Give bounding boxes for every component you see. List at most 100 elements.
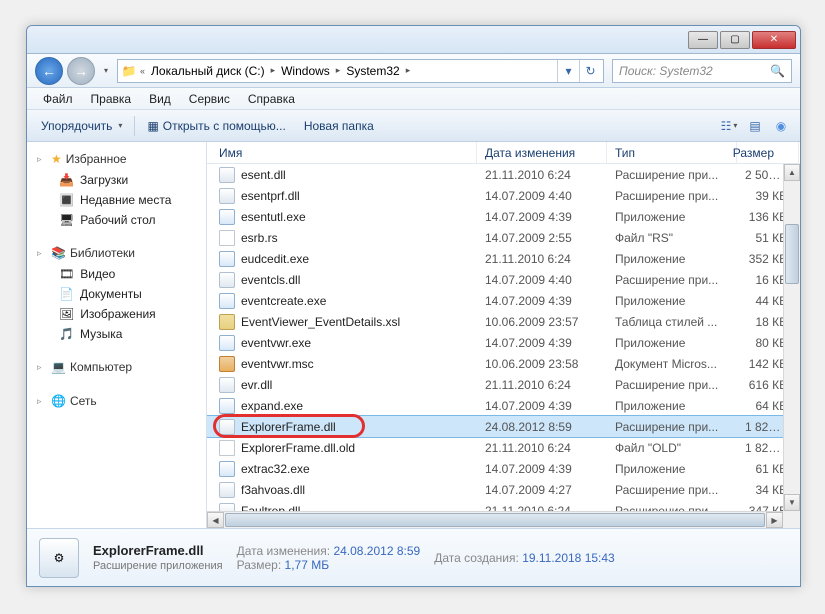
address-bar[interactable]: 📁 « Локальный диск (C:) ▸ Windows ▸ Syst… — [117, 59, 604, 83]
nav-pictures[interactable]: 🖼Изображения — [31, 304, 202, 324]
nav-music[interactable]: 🎵Музыка — [31, 324, 202, 344]
file-row[interactable]: eventcls.dll 14.07.2009 4:40Расширение пр… — [207, 269, 800, 290]
refresh-icon[interactable]: ↻ — [579, 60, 601, 82]
nav-documents[interactable]: 📄Документы — [31, 284, 202, 304]
breadcrumb-root-sep[interactable]: « — [138, 66, 147, 76]
file-type: Расширение при... — [607, 168, 737, 182]
file-name: evr.dll — [241, 378, 272, 392]
column-headers: Имя Дата изменения Тип Размер — [207, 142, 800, 164]
file-date: 14.07.2009 4:40 — [477, 273, 607, 287]
nav-video[interactable]: 🎞Видео — [31, 264, 202, 284]
file-date: 14.07.2009 4:40 — [477, 189, 607, 203]
view-options-button[interactable]: ☷▾ — [718, 115, 740, 137]
menu-view[interactable]: Вид — [141, 90, 179, 108]
scroll-thumb-v[interactable] — [785, 224, 799, 284]
file-list[interactable]: esent.dll21.11.2010 6:24Расширение при..… — [207, 164, 800, 528]
file-row[interactable]: esrb.rs14.07.2009 2:55Файл "RS"51 КБ — [207, 227, 800, 248]
nav-downloads[interactable]: 📥Загрузки — [31, 170, 202, 190]
file-icon — [219, 230, 235, 246]
close-button[interactable]: ✕ — [752, 31, 796, 49]
breadcrumb-2[interactable]: System32 — [342, 60, 403, 82]
minimize-button[interactable]: — — [688, 31, 718, 49]
scroll-left-button[interactable]: ◀ — [207, 512, 224, 528]
file-date: 10.06.2009 23:58 — [477, 357, 607, 371]
organize-button[interactable]: Упорядочить▾ — [35, 116, 128, 136]
addr-dropdown-icon[interactable]: ▾ — [557, 60, 579, 82]
file-row[interactable]: esentutl.exe14.07.2009 4:39Приложение136… — [207, 206, 800, 227]
scrollbar-horizontal[interactable]: ◀ ▶ — [207, 511, 783, 528]
file-row[interactable]: expand.exe14.07.2009 4:39Приложение64 КБ — [207, 395, 800, 416]
forward-button[interactable]: → — [67, 57, 95, 85]
preview-pane-button[interactable]: ▤ — [744, 115, 766, 137]
back-button[interactable]: ← — [35, 57, 63, 85]
file-icon — [219, 377, 235, 393]
file-row[interactable]: esent.dll21.11.2010 6:24Расширение при..… — [207, 164, 800, 185]
file-row[interactable]: ExplorerFrame.dll.old21.11.2010 6:24Файл… — [207, 437, 800, 458]
col-name[interactable]: Имя — [207, 142, 477, 163]
search-placeholder: Поиск: System32 — [619, 64, 713, 78]
scroll-thumb-h[interactable] — [225, 513, 765, 527]
file-row[interactable]: extrac32.exe14.07.2009 4:39Приложение61 … — [207, 458, 800, 479]
nav-desktop[interactable]: 🖥Рабочий стол — [31, 210, 202, 230]
file-type: Приложение — [607, 399, 737, 413]
search-icon[interactable]: 🔍 — [770, 64, 785, 78]
scroll-down-button[interactable]: ▼ — [784, 494, 800, 511]
file-date: 14.07.2009 4:39 — [477, 399, 607, 413]
titlebar: — ▢ ✕ — [27, 26, 800, 54]
maximize-button[interactable]: ▢ — [720, 31, 750, 49]
menu-help[interactable]: Справка — [240, 90, 303, 108]
open-icon: ▦ — [147, 119, 158, 133]
breadcrumb-1[interactable]: Windows — [277, 60, 334, 82]
file-date: 14.07.2009 4:39 — [477, 210, 607, 224]
file-name: esrb.rs — [241, 231, 278, 245]
file-row[interactable]: esentprf.dll14.07.2009 4:40Расширение пр… — [207, 185, 800, 206]
main-area: ▹★Избранное 📥Загрузки 🔳Недавние места 🖥Р… — [27, 142, 800, 528]
open-with-button[interactable]: ▦Открыть с помощью... — [141, 116, 291, 136]
file-icon — [219, 272, 235, 288]
scroll-up-button[interactable]: ▲ — [784, 164, 800, 181]
scrollbar-vertical[interactable]: ▲ ▼ — [783, 164, 800, 511]
col-size[interactable]: Размер — [737, 142, 799, 163]
file-type: Расширение при... — [607, 378, 737, 392]
nav-bar: ← → ▾ 📁 « Локальный диск (C:) ▸ Windows … — [27, 54, 800, 88]
music-icon: 🎵 — [59, 327, 74, 341]
file-row[interactable]: eventcreate.exe14.07.2009 4:39Приложение… — [207, 290, 800, 311]
nav-libraries[interactable]: ▹📚Библиотеки — [31, 242, 202, 264]
help-button[interactable]: ◉ — [770, 115, 792, 137]
nav-computer[interactable]: ▹💻Компьютер — [31, 356, 202, 378]
nav-recent[interactable]: 🔳Недавние места — [31, 190, 202, 210]
file-row[interactable]: evr.dll21.11.2010 6:24Расширение при...6… — [207, 374, 800, 395]
file-name: esentutl.exe — [241, 210, 306, 224]
file-row[interactable]: eventvwr.msc10.06.2009 23:58Документ Mic… — [207, 353, 800, 374]
file-row[interactable]: eudcedit.exe21.11.2010 6:24Приложение352… — [207, 248, 800, 269]
menu-file[interactable]: Файл — [35, 90, 81, 108]
video-icon: 🎞 — [59, 267, 74, 281]
search-input[interactable]: Поиск: System32 🔍 — [612, 59, 792, 83]
col-type[interactable]: Тип — [607, 142, 737, 163]
file-type: Приложение — [607, 252, 737, 266]
details-pane: ⚙ ExplorerFrame.dll Расширение приложени… — [27, 528, 800, 586]
nav-history-dropdown[interactable]: ▾ — [99, 62, 113, 80]
file-row[interactable]: ExplorerFrame.dll24.08.2012 8:59Расширен… — [207, 416, 800, 437]
file-row[interactable]: EventViewer_EventDetails.xsl10.06.2009 2… — [207, 311, 800, 332]
network-icon: 🌐 — [51, 394, 66, 408]
file-icon — [219, 461, 235, 477]
new-folder-button[interactable]: Новая папка — [298, 116, 380, 136]
scroll-right-button[interactable]: ▶ — [766, 512, 783, 528]
menu-edit[interactable]: Правка — [83, 90, 140, 108]
breadcrumb-0[interactable]: Локальный диск (C:) — [147, 60, 269, 82]
file-date: 10.06.2009 23:57 — [477, 315, 607, 329]
file-type: Расширение при... — [607, 273, 737, 287]
col-date[interactable]: Дата изменения — [477, 142, 607, 163]
file-name: eventcls.dll — [241, 273, 300, 287]
file-type: Приложение — [607, 210, 737, 224]
menu-tools[interactable]: Сервис — [181, 90, 238, 108]
folder-icon: 📁 — [120, 62, 138, 80]
nav-favorites[interactable]: ▹★Избранное — [31, 148, 202, 170]
file-type: Расширение при... — [607, 420, 737, 434]
nav-network[interactable]: ▹🌐Сеть — [31, 390, 202, 412]
file-name: expand.exe — [241, 399, 303, 413]
file-row[interactable]: f3ahvoas.dll14.07.2009 4:27Расширение пр… — [207, 479, 800, 500]
file-row[interactable]: eventvwr.exe14.07.2009 4:39Приложение80 … — [207, 332, 800, 353]
file-type: Расширение при... — [607, 189, 737, 203]
